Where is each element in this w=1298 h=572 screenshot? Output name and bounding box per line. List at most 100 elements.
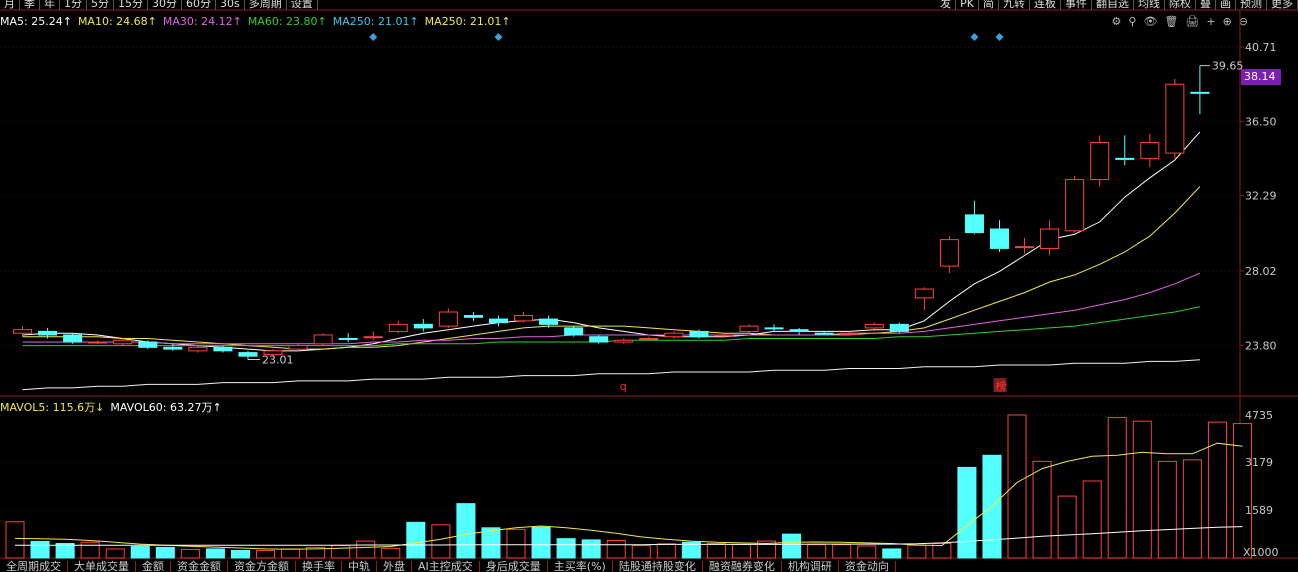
indicator-tab[interactable]: 资金方金额 bbox=[228, 561, 296, 572]
candle-body bbox=[38, 330, 58, 336]
volume-bar bbox=[255, 549, 276, 559]
high-price-label: 39.65 bbox=[1212, 60, 1244, 73]
candle-body bbox=[288, 345, 308, 350]
indicator-tab[interactable]: 陆股通持股变化 bbox=[613, 561, 703, 572]
indicator-tab[interactable]: 机构调研 bbox=[782, 561, 839, 572]
volume-bar bbox=[155, 546, 175, 559]
indicator-tab[interactable]: 资金动向 bbox=[839, 561, 896, 572]
event-tag: q bbox=[620, 380, 627, 393]
volume-bar bbox=[731, 543, 751, 559]
candle-body bbox=[839, 332, 859, 335]
candle-body bbox=[163, 346, 183, 350]
indicator-tabs: 全周期成交 大单成交量 金额 资金金额 资金方金额 换手率 中轨 外盘 AI主控成交 身后成交量主… bbox=[0, 560, 1298, 572]
indicator-tab[interactable]: 全周期成交 bbox=[0, 561, 68, 572]
volume-bar bbox=[105, 548, 125, 559]
event-diamond-marker bbox=[970, 33, 979, 41]
candle-body bbox=[438, 311, 458, 327]
volume-bar bbox=[281, 548, 301, 559]
event-tag: 榜 bbox=[995, 379, 1006, 393]
indicator-tab[interactable]: 融资融券变化 bbox=[703, 561, 782, 572]
indicator-tab[interactable]: 中轨 bbox=[342, 561, 377, 572]
kline-chart[interactable]: 39.65 23.01 q 榜 40.71 36.50 32.29 28.02 23.80 47… bbox=[0, 0, 1298, 568]
ma-line-ma10 bbox=[22, 186, 1201, 350]
price-tick-label: 40.71 bbox=[1245, 41, 1277, 54]
candle-body bbox=[1065, 179, 1085, 232]
low-price-label: 23.01 bbox=[262, 354, 294, 367]
candle-body bbox=[13, 329, 33, 334]
indicator-tab[interactable]: 金额 bbox=[136, 561, 171, 572]
indicator-tab[interactable]: 主买率(%) bbox=[548, 561, 613, 572]
volume-bar bbox=[606, 539, 626, 559]
candle-body bbox=[1140, 141, 1160, 159]
candle-body bbox=[589, 336, 609, 343]
volume-bar bbox=[882, 548, 902, 559]
candle-body bbox=[138, 341, 158, 348]
candle-body bbox=[614, 339, 634, 343]
candle-body bbox=[88, 341, 108, 344]
candle-body bbox=[564, 327, 584, 336]
indicator-tab[interactable]: 身后成交量 bbox=[480, 561, 548, 572]
candle-body bbox=[764, 327, 784, 330]
volume-bar bbox=[1157, 460, 1177, 559]
volume-bar bbox=[631, 545, 651, 559]
indicator-tab[interactable]: 外盘 bbox=[377, 561, 412, 572]
event-diamond-marker bbox=[494, 33, 503, 41]
candle-body bbox=[1040, 228, 1060, 249]
volume-bar bbox=[80, 541, 100, 559]
ma-line-ma5 bbox=[22, 131, 1201, 352]
volume-bar bbox=[130, 546, 150, 559]
candle-body bbox=[238, 352, 258, 357]
volume-tick-label: 4735 bbox=[1245, 409, 1273, 422]
candle-body bbox=[939, 239, 959, 267]
candle-body bbox=[363, 336, 383, 339]
volume-bar bbox=[782, 533, 802, 559]
volume-bar bbox=[1082, 480, 1102, 559]
candle-body bbox=[1090, 141, 1110, 181]
volume-bar bbox=[531, 526, 551, 559]
volume-bar bbox=[1182, 459, 1202, 559]
volume-bar bbox=[381, 547, 401, 559]
candle-body bbox=[639, 337, 659, 340]
volume-bar bbox=[331, 544, 351, 559]
candle-body bbox=[739, 325, 759, 332]
indicator-tab[interactable]: 换手率 bbox=[296, 561, 342, 572]
candle-body bbox=[63, 334, 83, 343]
volume-bar bbox=[356, 540, 376, 559]
ma-line-ma30 bbox=[22, 272, 1201, 345]
candle-body bbox=[1190, 91, 1210, 94]
candle-body bbox=[689, 330, 709, 338]
candle-body bbox=[514, 315, 534, 322]
price-tick-label: 23.80 bbox=[1245, 340, 1277, 353]
volume-bar bbox=[832, 544, 852, 559]
ma-line-ma250 bbox=[22, 359, 1200, 391]
indicator-tab[interactable]: 大单成交量 bbox=[68, 561, 136, 572]
volume-bar bbox=[957, 466, 977, 559]
current-price-tag: 38.14 bbox=[1241, 69, 1281, 85]
candles-layer: 39.65 23.01 q 榜 bbox=[13, 33, 1244, 393]
candle-body bbox=[413, 323, 433, 329]
candle-body bbox=[889, 323, 909, 332]
candle-body bbox=[664, 332, 684, 338]
volume-bar bbox=[556, 538, 576, 559]
volume-bar bbox=[706, 543, 726, 559]
indicator-tab[interactable]: AI主控成交 bbox=[412, 561, 480, 572]
volume-bar bbox=[1007, 414, 1027, 559]
candle-body bbox=[989, 228, 1010, 249]
candle-body bbox=[188, 346, 208, 352]
candle-body bbox=[1015, 246, 1035, 249]
price-tick-label: 28.02 bbox=[1245, 265, 1277, 278]
volume-bar bbox=[581, 539, 601, 559]
candle-body bbox=[914, 288, 934, 299]
volume-tick-label: 1589 bbox=[1245, 504, 1273, 517]
candle-body bbox=[463, 315, 483, 318]
candle-body bbox=[488, 318, 509, 324]
candle-body bbox=[714, 334, 734, 337]
candle-body bbox=[789, 329, 809, 332]
indicator-tab[interactable]: 资金金额 bbox=[171, 561, 228, 572]
volume-bar bbox=[431, 524, 451, 559]
volume-bar bbox=[406, 521, 426, 559]
volume-tick-label: 3179 bbox=[1245, 456, 1273, 469]
volume-bar bbox=[5, 521, 25, 559]
volume-bar bbox=[506, 528, 526, 559]
volume-bar bbox=[1057, 495, 1077, 559]
